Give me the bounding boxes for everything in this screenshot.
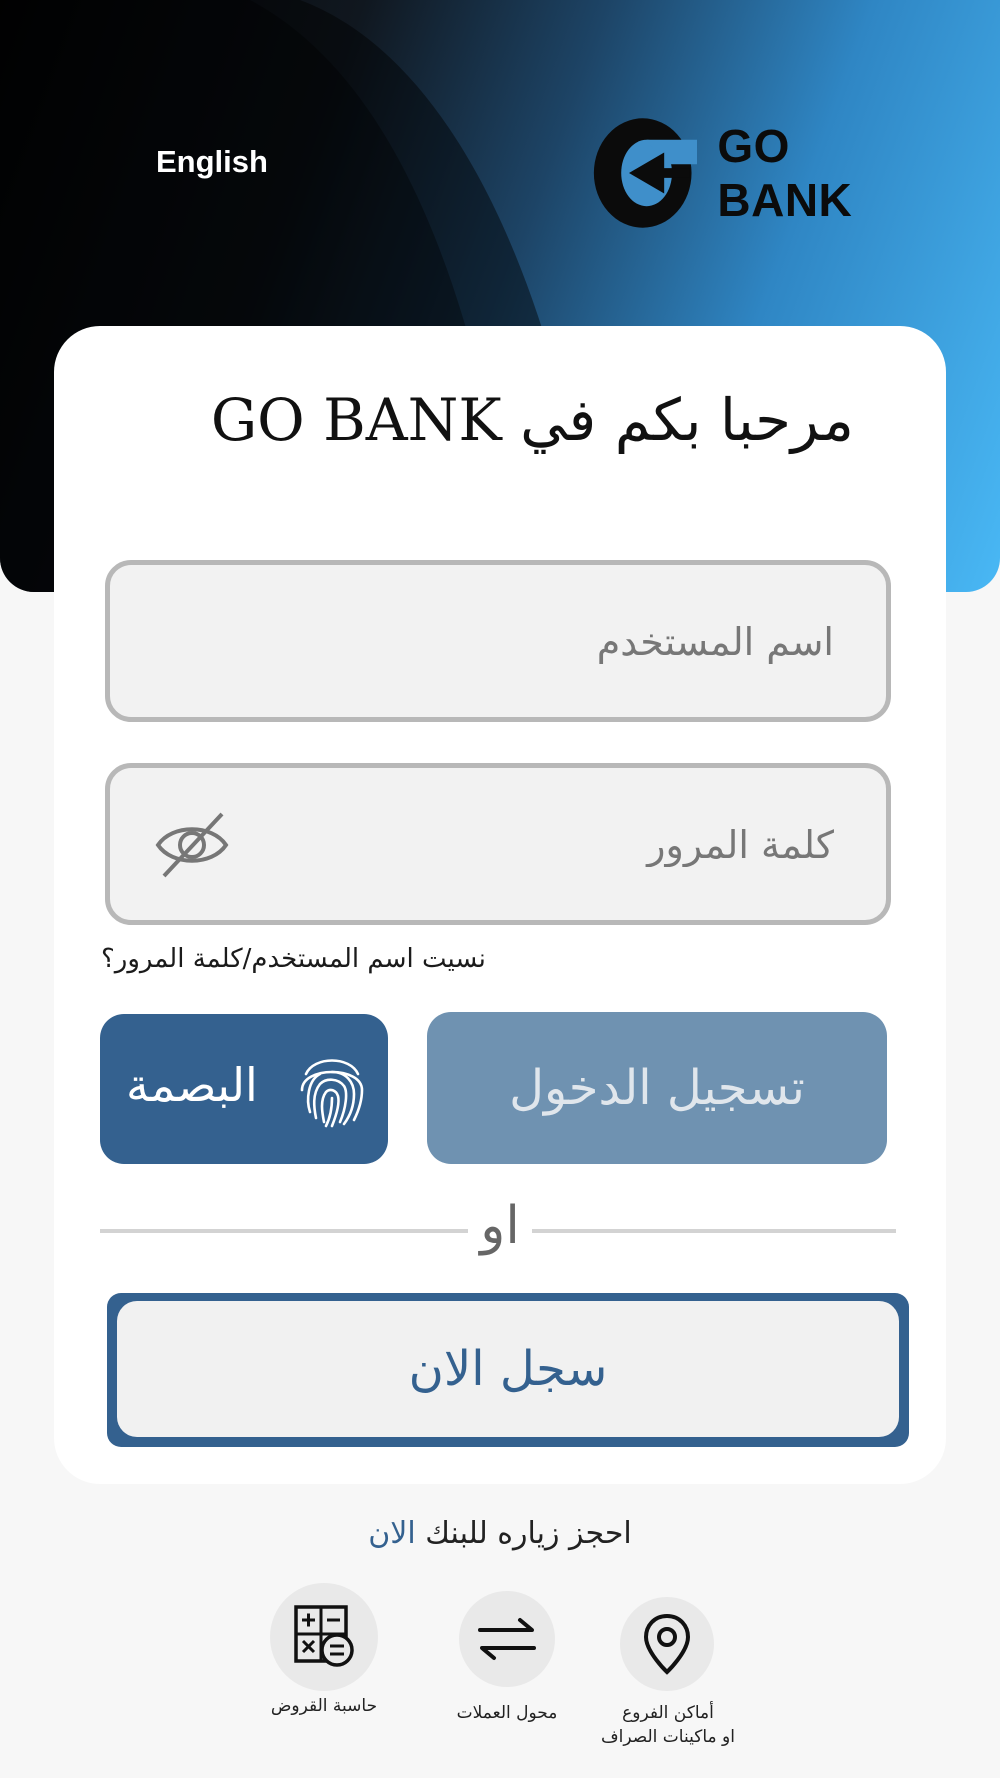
brand-logo: GO BANK (588, 110, 933, 236)
visit-text: احجز زياره للبنك (425, 1516, 632, 1551)
location-pin-icon (643, 1613, 691, 1675)
fingerprint-label: البصمة (126, 1058, 258, 1112)
username-field-container (105, 560, 891, 722)
register-label: سجل الان (117, 1301, 899, 1437)
fingerprint-button[interactable]: البصمة (100, 1014, 388, 1164)
go-logo-icon (593, 118, 698, 228)
username-input[interactable] (150, 605, 836, 679)
visit-bank-text: احجز زياره للبنك الان (0, 1516, 1000, 1551)
fingerprint-icon (300, 1059, 364, 1128)
register-button[interactable]: سجل الان (107, 1293, 909, 1447)
password-input[interactable] (240, 808, 836, 882)
calculator-icon (294, 1605, 354, 1667)
brand-name: GO BANK (717, 120, 853, 226)
visit-now-link[interactable]: الان (368, 1516, 415, 1551)
password-field-container (105, 763, 891, 925)
or-label: او (480, 1196, 520, 1256)
service-label: حاسبة القروض (270, 1696, 378, 1716)
login-card: مرحبا بكم في GO BANK نسيت اسم المستخدم/ك… (54, 326, 946, 1484)
divider-line-left (100, 1229, 468, 1233)
divider-line-right (532, 1229, 896, 1233)
login-button[interactable]: تسجيل الدخول (427, 1012, 887, 1164)
or-divider: او (100, 1196, 896, 1266)
language-toggle[interactable]: English (156, 144, 268, 180)
exchange-arrows-icon (478, 1618, 536, 1660)
forgot-credentials-link[interactable]: نسيت اسم المستخدم/كلمة المرور؟ (101, 944, 486, 974)
welcome-title: مرحبا بكم في GO BANK (210, 386, 854, 454)
eye-slash-icon[interactable] (154, 810, 230, 880)
